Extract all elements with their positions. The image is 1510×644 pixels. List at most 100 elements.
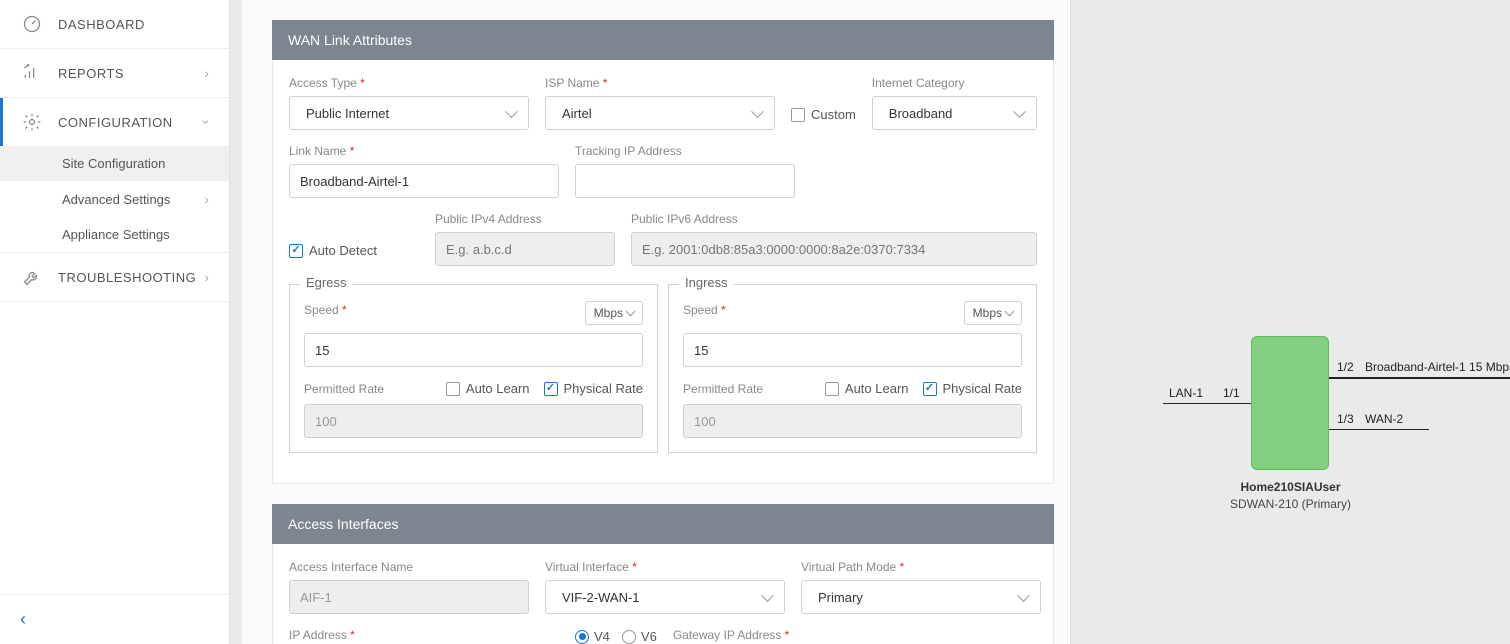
ingress-speed-label: Speed [683,303,726,317]
virtual-path-select[interactable]: Primary [801,580,1041,614]
isp-name-label: ISP Name [545,76,775,90]
access-type-label: Access Type [289,76,529,90]
wan1-link-line [1329,377,1510,379]
nav-dashboard[interactable]: DASHBOARD [0,0,229,48]
tracking-ip-input[interactable] [575,164,795,198]
access-type-select[interactable]: Public Internet [289,96,529,130]
nav-reports-label: REPORTS [58,66,204,81]
virtual-if-label: Virtual Interface [545,560,785,574]
isp-name-select[interactable]: Airtel [545,96,775,130]
scroll-gutter [230,0,242,644]
wrench-icon [20,267,44,287]
internet-category-select[interactable]: Broadband [872,96,1037,130]
device-name-label: Home210SIAUser [1071,480,1510,494]
ingress-permitted-input [683,404,1022,438]
sidebar-item-appliance-settings[interactable]: Appliance Settings [0,217,229,252]
sidebar: DASHBOARD REPORTS › CONFIGURATION › Site… [0,0,230,644]
internet-category-label: Internet Category [872,76,1037,90]
tracking-ip-label: Tracking IP Address [575,144,795,158]
chevron-right-icon: › [204,65,209,81]
radio-icon [622,630,636,644]
virtual-if-select[interactable]: VIF-2-WAN-1 [545,580,785,614]
sidebar-item-label: Site Configuration [62,156,165,171]
wan2-link-line [1329,429,1429,430]
public-ipv6-input [631,232,1037,266]
egress-unit-select[interactable]: Mbps [585,301,643,325]
wan2-port-label: 1/3 [1337,412,1354,426]
wan-link-attributes-header: WAN Link Attributes [272,20,1054,60]
gauge-icon [20,14,44,34]
checkbox-icon [825,382,839,396]
virtual-if-value: VIF-2-WAN-1 [556,590,640,605]
ip-address-label: IP Address [289,628,559,642]
wan1-name-label: Broadband-Airtel-1 15 Mbps↑ 15 Mbps↓ [1365,360,1510,374]
sidebar-item-label: Appliance Settings [62,227,170,242]
isp-name-value: Airtel [556,106,592,121]
nav-reports[interactable]: REPORTS › [0,49,229,97]
internet-category-value: Broadband [883,106,953,121]
chevron-left-icon: ‹ [20,609,26,629]
ip-v4-label: V4 [594,629,610,644]
auto-detect-label: Auto Detect [309,243,377,258]
access-if-name-input [289,580,529,614]
checkbox-checked-icon [544,382,558,396]
ingress-title: Ingress [679,275,734,290]
ingress-speed-input[interactable] [683,333,1022,367]
form-area: WAN Link Attributes Access Type Public I… [242,0,1070,644]
wan-link-attributes-panel: Access Type Public Internet ISP Name Air… [272,60,1054,484]
chevron-right-icon: › [204,191,209,207]
sidebar-item-label: Advanced Settings [62,192,170,207]
lan-link-line [1163,403,1251,404]
chart-icon [20,63,44,83]
gateway-ip-label: Gateway IP Address [673,628,1037,642]
device-node[interactable] [1251,336,1329,470]
public-ipv6-label: Public IPv6 Address [631,212,1037,226]
checkbox-icon [446,382,460,396]
egress-auto-learn-label: Auto Learn [466,381,530,396]
gear-icon [20,112,44,132]
checkbox-checked-icon [923,382,937,396]
egress-auto-learn-checkbox[interactable]: Auto Learn [446,381,530,396]
access-type-value: Public Internet [300,106,389,121]
lan-name-label: LAN-1 [1169,386,1203,400]
virtual-path-value: Primary [812,590,863,605]
chevron-right-icon: › [204,269,209,285]
ingress-fieldset: Ingress Speed Mbps Permitted Rate [668,284,1037,453]
nav-dashboard-label: DASHBOARD [58,17,209,32]
ip-v4-radio[interactable]: V4 [575,629,610,644]
link-name-label: Link Name [289,144,559,158]
ingress-physical-rate-label: Physical Rate [943,381,1022,396]
sidebar-collapse-button[interactable]: ‹ [0,594,229,644]
ingress-unit-select[interactable]: Mbps [964,301,1022,325]
public-ipv4-label: Public IPv4 Address [435,212,615,226]
link-name-input[interactable] [289,164,559,198]
egress-unit-value: Mbps [594,306,623,320]
nav-configuration-label: CONFIGURATION [58,115,204,130]
egress-speed-input[interactable] [304,333,643,367]
configuration-submenu: Site Configuration Advanced Settings › A… [0,146,229,252]
custom-checkbox[interactable]: Custom [791,107,856,122]
nav-troubleshooting[interactable]: TROUBLESHOOTING › [0,253,229,301]
device-model-label: SDWAN-210 (Primary) [1071,497,1510,511]
ip-v6-radio[interactable]: V6 [622,629,657,644]
egress-permitted-label: Permitted Rate [304,382,384,396]
egress-speed-label: Speed [304,303,347,317]
ingress-physical-rate-checkbox[interactable]: Physical Rate [923,381,1022,396]
sidebar-item-site-configuration[interactable]: Site Configuration [0,146,229,181]
ip-v6-label: V6 [641,629,657,644]
egress-permitted-input [304,404,643,438]
auto-detect-checkbox[interactable]: Auto Detect [289,243,419,258]
egress-title: Egress [300,275,352,290]
checkbox-checked-icon [289,244,303,258]
access-interfaces-header: Access Interfaces [272,504,1054,544]
virtual-path-label: Virtual Path Mode [801,560,1041,574]
ingress-auto-learn-checkbox[interactable]: Auto Learn [825,381,909,396]
egress-physical-rate-label: Physical Rate [564,381,643,396]
egress-physical-rate-checkbox[interactable]: Physical Rate [544,381,643,396]
ingress-unit-value: Mbps [973,306,1002,320]
chevron-down-icon: › [199,120,215,125]
wan2-name-label: WAN-2 [1365,412,1403,426]
nav-configuration[interactable]: CONFIGURATION › [0,98,229,146]
access-interfaces-panel: Access Interface Name Virtual Interface … [272,544,1054,644]
sidebar-item-advanced-settings[interactable]: Advanced Settings › [0,181,229,217]
